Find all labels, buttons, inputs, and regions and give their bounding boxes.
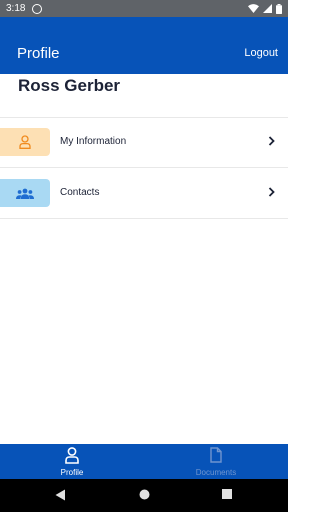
signal-icon [263, 4, 272, 13]
chevron-right-icon [268, 136, 275, 146]
menu-item-contacts[interactable]: Contacts [0, 168, 288, 218]
app-bar: Profile Logout [0, 17, 288, 74]
group-icon [16, 188, 34, 199]
system-nav-bar [0, 479, 288, 512]
profile-icon [65, 447, 79, 464]
battery-icon [276, 3, 282, 14]
user-name: Ross Gerber [18, 76, 121, 95]
person-icon [19, 135, 31, 149]
tab-profile[interactable]: Profile [0, 444, 144, 479]
menu-item-label: Contacts [60, 187, 100, 198]
menu-item-label: My Information [60, 136, 127, 147]
tab-label: Profile [60, 468, 84, 477]
divider [0, 218, 288, 219]
status-time: 3:18 [6, 3, 26, 14]
logout-button[interactable]: Logout [244, 47, 278, 59]
back-icon[interactable] [55, 489, 66, 501]
recents-icon[interactable] [222, 489, 232, 499]
page-title: Profile [17, 45, 60, 62]
notification-icon [32, 3, 43, 14]
icon-box [0, 179, 50, 207]
status-icons [248, 3, 282, 14]
wifi-icon [248, 4, 259, 13]
document-icon [210, 447, 222, 463]
home-icon[interactable] [139, 489, 150, 500]
tab-documents[interactable]: Documents [144, 444, 288, 479]
chevron-right-icon [268, 187, 275, 197]
icon-box [0, 128, 50, 156]
status-bar: 3:18 [0, 0, 288, 17]
menu-item-my-information[interactable]: My Information [0, 117, 288, 167]
bottom-nav: Profile Documents [0, 444, 288, 479]
tab-label: Documents [195, 468, 237, 477]
